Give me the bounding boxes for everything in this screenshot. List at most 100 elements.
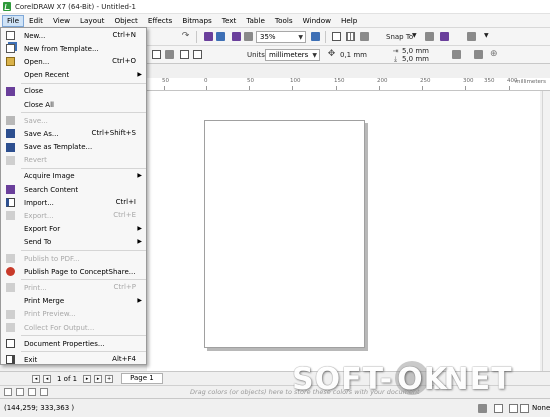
- current-page-icon[interactable]: [193, 50, 202, 59]
- publish-pdf-icon[interactable]: [232, 32, 241, 41]
- menu-layout[interactable]: Layout: [75, 15, 109, 27]
- units-value: millimeters: [269, 51, 309, 59]
- export-icon[interactable]: [216, 32, 225, 41]
- add-page-icon[interactable]: +: [105, 374, 114, 383]
- menu-item-label: Acquire Image: [24, 172, 75, 181]
- fill-indicator-icon[interactable]: [494, 404, 503, 413]
- color-settings-icon[interactable]: [478, 404, 487, 413]
- menu-item-exit[interactable]: Exit Alt+F4: [1, 353, 146, 366]
- last-page-icon[interactable]: ▸: [94, 374, 103, 383]
- menu-item-shortcut: Ctrl+E: [113, 211, 136, 220]
- units-select[interactable]: millimeters ▼: [265, 49, 320, 61]
- menu-item-open[interactable]: Open... Ctrl+O: [1, 55, 146, 68]
- first-page-icon[interactable]: ◂: [32, 374, 40, 383]
- chevron-down-icon[interactable]: ▼: [484, 32, 489, 39]
- menu-bitmaps[interactable]: Bitmaps: [177, 15, 216, 27]
- menu-item-publish-pdf[interactable]: Publish to PDF...: [1, 252, 146, 265]
- landscape-page-icon[interactable]: [165, 50, 174, 59]
- page-tab[interactable]: Page 1: [121, 373, 163, 384]
- vertical-scrollbar[interactable]: [542, 91, 550, 371]
- menu-help[interactable]: Help: [336, 15, 362, 27]
- window-title: CorelDRAW X7 (64-Bit) - Untitled-1: [15, 2, 136, 11]
- menu-tools[interactable]: Tools: [270, 15, 298, 27]
- site-watermark: SOFT- OK .NET: [292, 360, 513, 398]
- menu-item-save-as-template[interactable]: Save as Template...: [1, 141, 146, 154]
- menu-item-export-for[interactable]: Export For ▶: [1, 223, 146, 236]
- menu-window[interactable]: Window: [298, 15, 336, 27]
- menu-item-document-properties[interactable]: Document Properties...: [1, 337, 146, 350]
- all-pages-icon[interactable]: [180, 50, 189, 59]
- menu-item-import[interactable]: Import... Ctrl+I: [1, 196, 146, 209]
- menu-item-export[interactable]: Export... Ctrl+E: [1, 209, 146, 222]
- launch-icon[interactable]: [467, 32, 476, 41]
- import-icon: [6, 198, 15, 208]
- menu-item-shortcut: Ctrl+O: [112, 57, 136, 66]
- menu-view[interactable]: View: [48, 15, 75, 27]
- menu-item-revert[interactable]: Revert: [1, 154, 146, 167]
- previous-page-icon[interactable]: ◂: [43, 374, 51, 383]
- menu-effects[interactable]: Effects: [143, 15, 177, 27]
- edit-pages-icon[interactable]: [474, 50, 483, 59]
- import-icon[interactable]: [204, 32, 213, 41]
- duplicate-x-value[interactable]: 5,0 mm: [402, 47, 429, 55]
- nudge-distance-value[interactable]: 0,1 mm: [340, 51, 367, 59]
- fill-color-icon[interactable]: [509, 404, 518, 413]
- next-page-icon[interactable]: ▸: [83, 374, 92, 383]
- menu-item-send-to[interactable]: Send To ▶: [1, 236, 146, 249]
- submenu-arrow-icon: ▶: [137, 224, 142, 232]
- menu-item-close-all[interactable]: Close All: [1, 98, 146, 111]
- menu-edit[interactable]: Edit: [24, 15, 48, 27]
- menu-item-save[interactable]: Save...: [1, 114, 146, 127]
- menu-item-print[interactable]: Print... Ctrl+P: [1, 281, 146, 294]
- zoom-fit-icon[interactable]: [311, 32, 320, 41]
- show-rulers-icon[interactable]: [346, 32, 355, 41]
- submenu-arrow-icon: ▶: [137, 70, 142, 78]
- menu-text[interactable]: Text: [217, 15, 242, 27]
- app-launcher-icon[interactable]: [244, 32, 253, 41]
- menu-item-label: Print...: [24, 283, 47, 292]
- menu-item-collect-for-output[interactable]: Collect For Output...: [1, 321, 146, 334]
- duplicate-y-value[interactable]: 5,0 mm: [402, 55, 429, 63]
- menu-item-new-from-template[interactable]: New from Template...: [1, 42, 146, 55]
- menu-file[interactable]: File: [2, 14, 25, 27]
- save-icon: [6, 116, 15, 126]
- zoom-level-select[interactable]: 35% ▼: [256, 31, 306, 43]
- menu-item-close[interactable]: Close: [1, 85, 146, 98]
- duplicate-y-icon: ⤓: [393, 55, 398, 63]
- menu-item-save-as[interactable]: Save As... Ctrl+Shift+S: [1, 127, 146, 140]
- welcome-screen-icon[interactable]: [440, 32, 449, 41]
- menu-item-print-preview[interactable]: Print Preview...: [1, 308, 146, 321]
- menu-table[interactable]: Table: [241, 15, 270, 27]
- chevron-down-icon[interactable]: ▼: [412, 32, 417, 39]
- treat-as-filled-icon[interactable]: [452, 50, 461, 59]
- drawing-canvas[interactable]: [147, 91, 540, 371]
- full-screen-preview-icon[interactable]: [332, 32, 341, 41]
- menu-item-label: New from Template...: [24, 44, 99, 53]
- menu-separator: [21, 335, 146, 337]
- menu-item-new[interactable]: New... Ctrl+N: [1, 29, 146, 42]
- menu-item-publish-conceptshare[interactable]: Publish Page to ConceptShare...: [1, 265, 146, 278]
- outline-color-icon[interactable]: [520, 404, 529, 413]
- menu-item-label: Revert: [24, 156, 47, 165]
- menu-object[interactable]: Object: [109, 15, 142, 27]
- show-grid-icon[interactable]: [360, 32, 369, 41]
- menu-item-search-content[interactable]: Search Content: [1, 183, 146, 196]
- menu-item-acquire-image[interactable]: Acquire Image ▶: [1, 170, 146, 183]
- color-swatch[interactable]: [28, 388, 36, 396]
- redo-arrow-icon[interactable]: ↷: [181, 32, 190, 41]
- no-color-swatch[interactable]: [40, 388, 48, 396]
- options-icon[interactable]: [425, 32, 434, 41]
- portrait-page-icon[interactable]: [152, 50, 161, 59]
- menu-item-print-merge[interactable]: Print Merge ▶: [1, 295, 146, 308]
- document-page[interactable]: [204, 120, 365, 348]
- palette-add-swatch[interactable]: [4, 388, 12, 396]
- snap-to-label[interactable]: Snap To: [386, 33, 413, 41]
- ruler-tick: [336, 86, 337, 90]
- add-icon[interactable]: ⊕: [490, 49, 498, 59]
- menu-item-label: Print Preview...: [24, 310, 76, 319]
- toolbar-separator: [325, 31, 326, 43]
- eyedropper-icon[interactable]: [16, 388, 24, 396]
- conceptshare-icon: [6, 267, 15, 277]
- horizontal-ruler[interactable]: 50 0 50 100 150 200 250 300 350 400 mill…: [147, 78, 550, 91]
- menu-item-open-recent[interactable]: Open Recent ▶: [1, 69, 146, 82]
